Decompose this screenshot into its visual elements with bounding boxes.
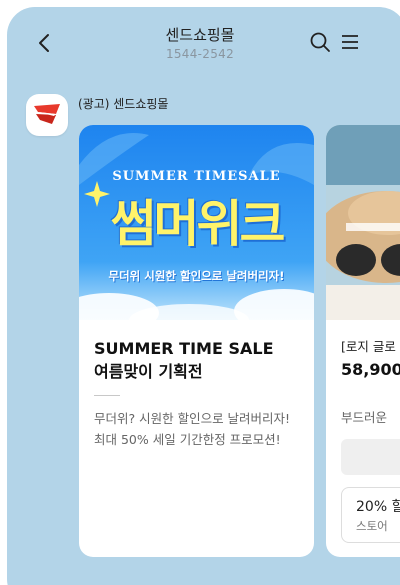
card-desc-line2: 최대 50% 세일 기간한정 프로모션!	[94, 432, 281, 447]
chat-phone-number: 1544-2542	[165, 47, 235, 61]
carousel-card-summer-sale[interactable]: SUMMER TIMESALE 썸머위크 무더위 시원한 할인으로 날려버리자!…	[79, 125, 314, 557]
card-title-line2: 여름맞이 기획전	[94, 362, 203, 381]
product-name: [로지 글로	[341, 339, 396, 354]
sender-name: (광고) 센드쇼핑몰	[78, 97, 169, 111]
search-icon	[310, 32, 330, 52]
product-image[interactable]	[326, 125, 400, 320]
summer-sale-banner[interactable]: SUMMER TIMESALE 썸머위크 무더위 시원한 할인으로 날려버리자!	[79, 125, 314, 320]
card-divider	[94, 395, 120, 396]
banner-caption-english: SUMMER TIMESALE	[112, 169, 281, 184]
hat-sunglasses-image	[326, 125, 400, 320]
search-button[interactable]	[309, 31, 331, 53]
product-description: 부드러운	[341, 410, 388, 425]
coupon-store: 스토어	[356, 519, 388, 533]
carousel-card-product[interactable]: [로지 글로 58,900 부드러운 20% 할 스토어	[326, 125, 400, 557]
coupon-discount: 20% 할	[356, 499, 400, 515]
menu-button[interactable]	[339, 31, 361, 53]
chat-title: 센드쇼핑몰	[165, 26, 235, 44]
card-title: SUMMER TIME SALE 여름맞이 기획전	[94, 337, 304, 383]
coupon-box[interactable]: 20% 할 스토어	[341, 487, 400, 543]
sender-avatar[interactable]	[26, 94, 68, 136]
banner-headline: 썸머위크	[110, 195, 286, 253]
card-desc-line1: 무더위? 시원한 할인으로 날려버리자!	[94, 411, 291, 426]
product-action-button[interactable]	[341, 439, 400, 475]
chat-header: 센드쇼핑몰 1544-2542	[7, 7, 400, 77]
send-logo-icon	[34, 104, 60, 124]
banner-subline: 무더위 시원한 할인으로 날려버리자!	[108, 269, 285, 283]
chat-title-block: 센드쇼핑몰 1544-2542	[7, 25, 393, 63]
product-price: 58,900	[341, 360, 400, 379]
card-title-line1: SUMMER TIME SALE	[94, 339, 274, 358]
card-description: 무더위? 시원한 할인으로 날려버리자! 최대 50% 세일 기간한정 프로모션…	[94, 408, 309, 450]
hamburger-menu-icon	[342, 35, 358, 49]
chat-screen: 센드쇼핑몰 1544-2542 (광고) 센드쇼핑몰 SUMMER TIMESA…	[7, 7, 400, 585]
